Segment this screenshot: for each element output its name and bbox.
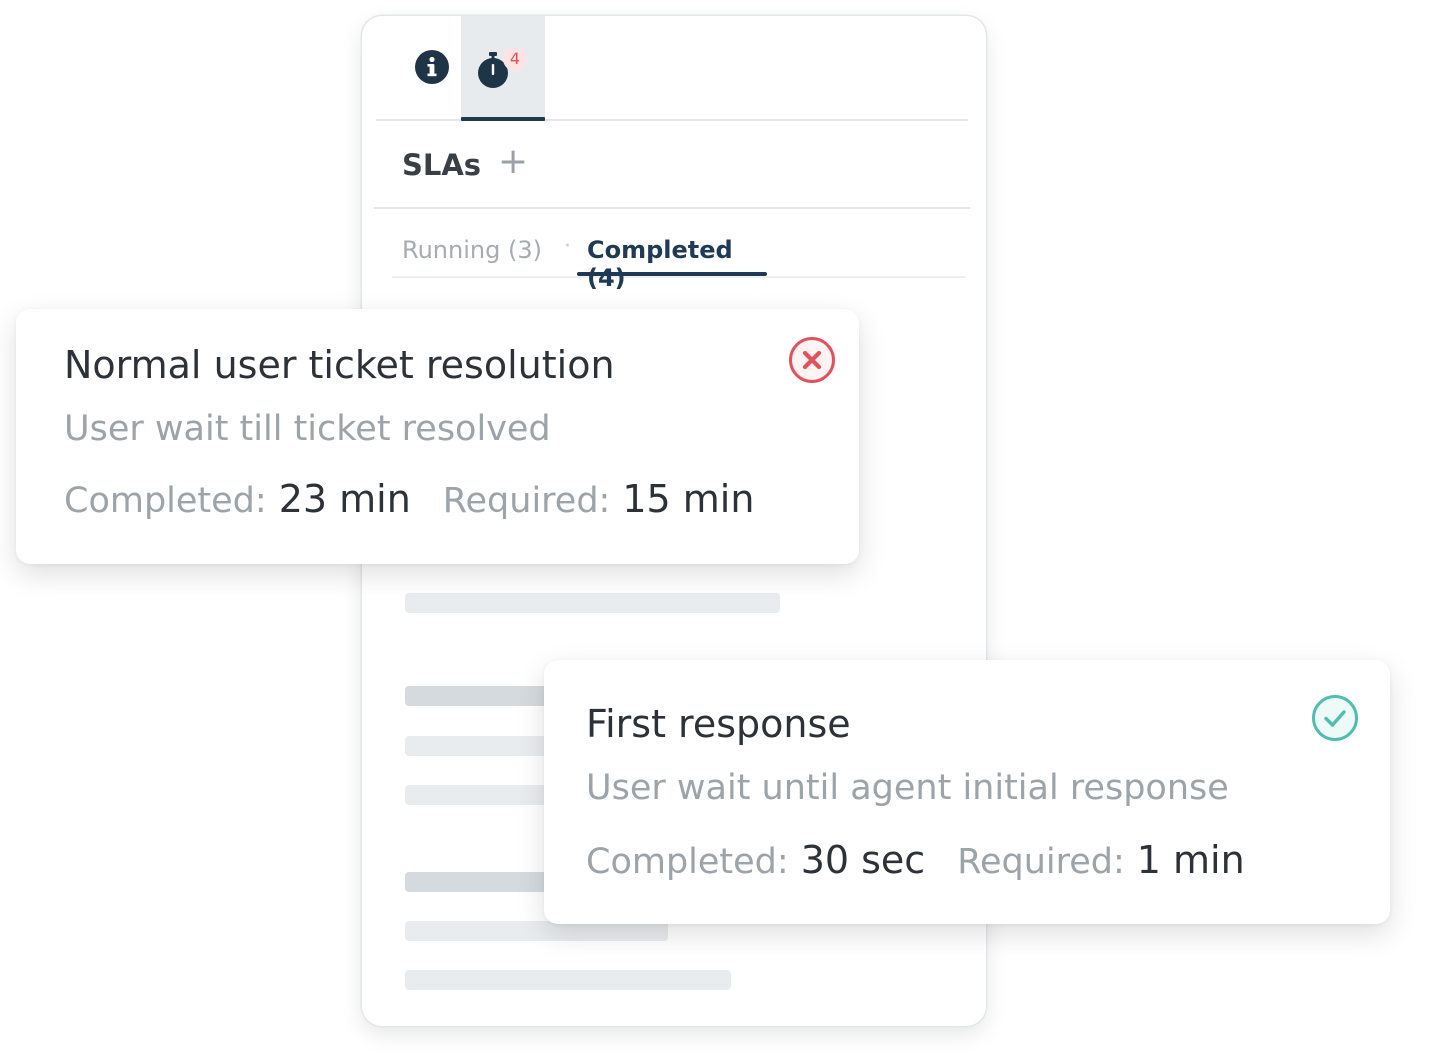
completed-label: Completed: <box>586 842 789 882</box>
sla-count-badge: 4 <box>503 47 527 71</box>
sla-card-title: Normal user ticket resolution <box>64 343 615 387</box>
tab-info[interactable] <box>400 16 464 119</box>
section-title: SLAs <box>402 148 482 182</box>
completed-value: 30 sec <box>800 838 926 882</box>
tab-sla-timers[interactable]: 4 <box>461 16 545 121</box>
panel-tab-bar: 4 <box>376 16 968 121</box>
skeleton-line <box>405 736 565 756</box>
sla-card-stats: Completed: 30 sec Required: 1 min <box>586 838 1245 882</box>
sla-card-description: User wait until agent initial response <box>586 768 1229 808</box>
check-circle-icon <box>1311 694 1359 746</box>
skeleton-line <box>405 872 555 892</box>
sla-card-description: User wait till ticket resolved <box>64 409 551 449</box>
tab-completed-label: Completed (4) <box>587 236 733 292</box>
info-icon <box>414 49 450 89</box>
required-value: 15 min <box>622 477 755 521</box>
skeleton-line <box>405 785 565 805</box>
plus-icon[interactable]: + <box>498 142 528 182</box>
completed-label: Completed: <box>64 481 267 521</box>
skeleton-line <box>405 686 555 706</box>
sla-card-title: First response <box>586 702 851 746</box>
active-subtab-indicator <box>577 272 767 276</box>
required-label: Required: <box>957 842 1125 882</box>
sla-status-tabs: Running (3) · Completed (4) <box>392 228 966 292</box>
skeleton-line <box>405 970 731 990</box>
skeleton-line <box>405 593 780 613</box>
sla-card[interactable]: First response User wait until agent ini… <box>544 660 1390 924</box>
required-label: Required: <box>442 481 611 521</box>
tab-running[interactable]: Running (3) <box>402 236 542 264</box>
sla-header: SLAs + <box>374 121 970 209</box>
required-value: 1 min <box>1136 838 1245 882</box>
x-circle-icon <box>788 336 836 388</box>
sla-card-stats: Completed: 23 min Required: 15 min <box>64 477 754 521</box>
tab-completed[interactable]: Completed (4) <box>577 228 767 292</box>
tab-separator: · <box>564 234 571 259</box>
skeleton-line <box>405 921 668 941</box>
completed-value: 23 min <box>278 477 411 521</box>
sla-card[interactable]: Normal user ticket resolution User wait … <box>16 309 859 564</box>
